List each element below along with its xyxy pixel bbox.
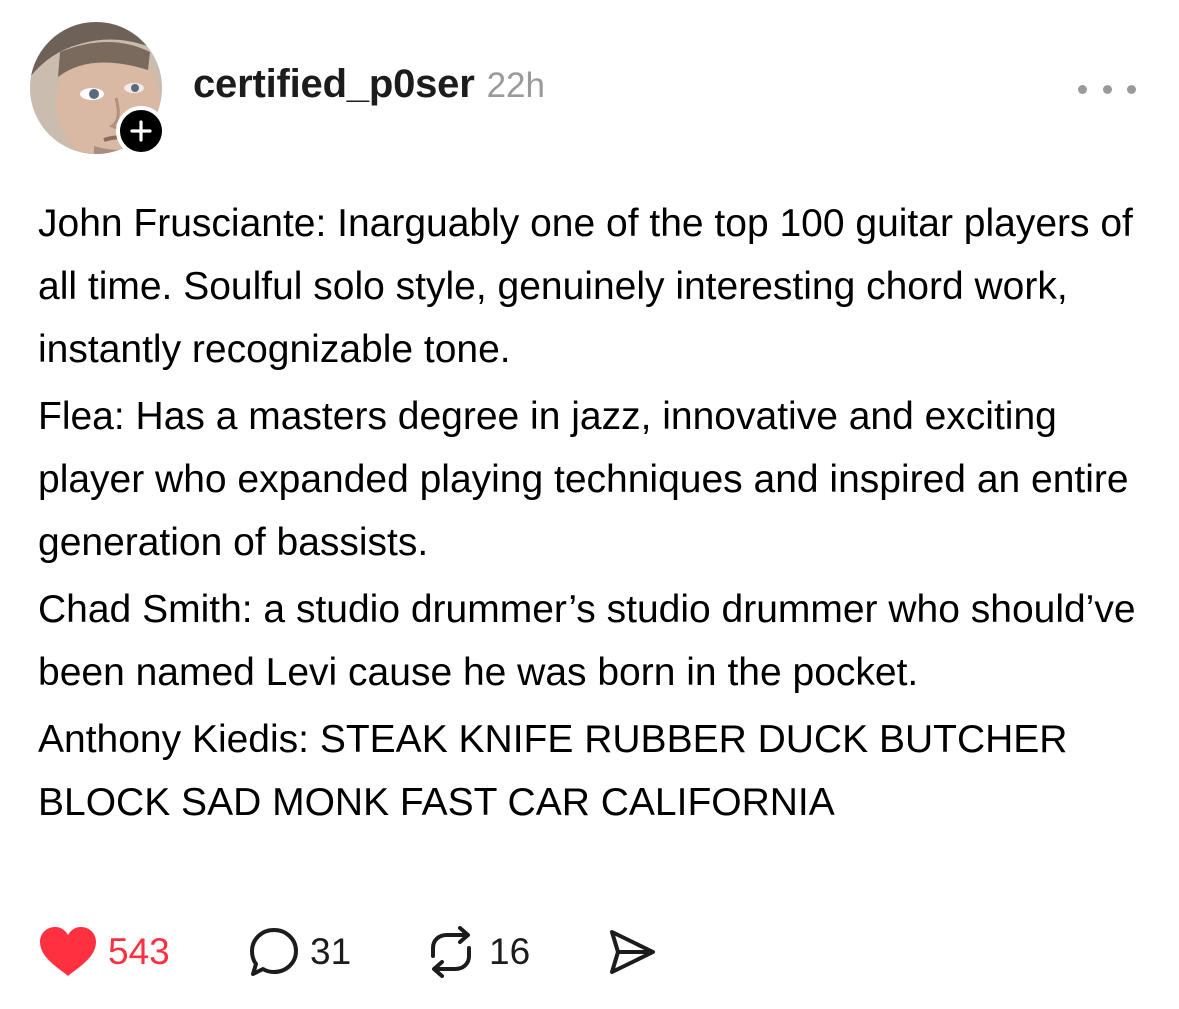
post-paragraph-flea: Flea: Has a masters degree in jazz, inno… — [38, 395, 1129, 564]
more-options-button[interactable] — [1078, 74, 1136, 104]
speech-bubble-icon — [250, 928, 298, 976]
more-horizontal-icon-dot-2 — [1102, 84, 1112, 94]
follow-button[interactable] — [116, 106, 166, 156]
post-timestamp: 22h — [486, 66, 545, 105]
username-link[interactable]: certified_p0ser — [193, 62, 475, 107]
post-actions-bar: 543 31 16 — [38, 926, 738, 978]
more-horizontal-icon-dot-3 — [1127, 84, 1136, 94]
reply-button[interactable]: 31 — [248, 926, 351, 978]
post-header: certified_p0ser 22h — [193, 62, 545, 107]
reply-count: 31 — [310, 931, 352, 972]
post-paragraph-kiedis: Anthony Kiedis: STEAK KNIFE RUBBER DUCK … — [38, 718, 1068, 824]
post-paragraph-frusciante: John Frusciante: Inarguably one of the t… — [38, 202, 1133, 371]
repost-icon — [431, 926, 471, 978]
avatar-container — [30, 22, 166, 156]
share-button[interactable] — [606, 926, 658, 978]
like-button[interactable]: 543 — [38, 926, 170, 978]
plus-icon — [130, 120, 152, 142]
post-text: John Frusciante: Inarguably one of the t… — [38, 192, 1163, 838]
post-paragraph-chad-smith: Chad Smith: a studio drummer’s studio dr… — [38, 588, 1136, 694]
heart-filled-icon — [40, 927, 96, 976]
repost-count: 16 — [489, 931, 531, 972]
send-icon — [610, 930, 655, 974]
like-count: 543 — [108, 931, 170, 972]
more-horizontal-icon-dot-1 — [1078, 84, 1087, 94]
repost-button[interactable]: 16 — [423, 926, 530, 978]
